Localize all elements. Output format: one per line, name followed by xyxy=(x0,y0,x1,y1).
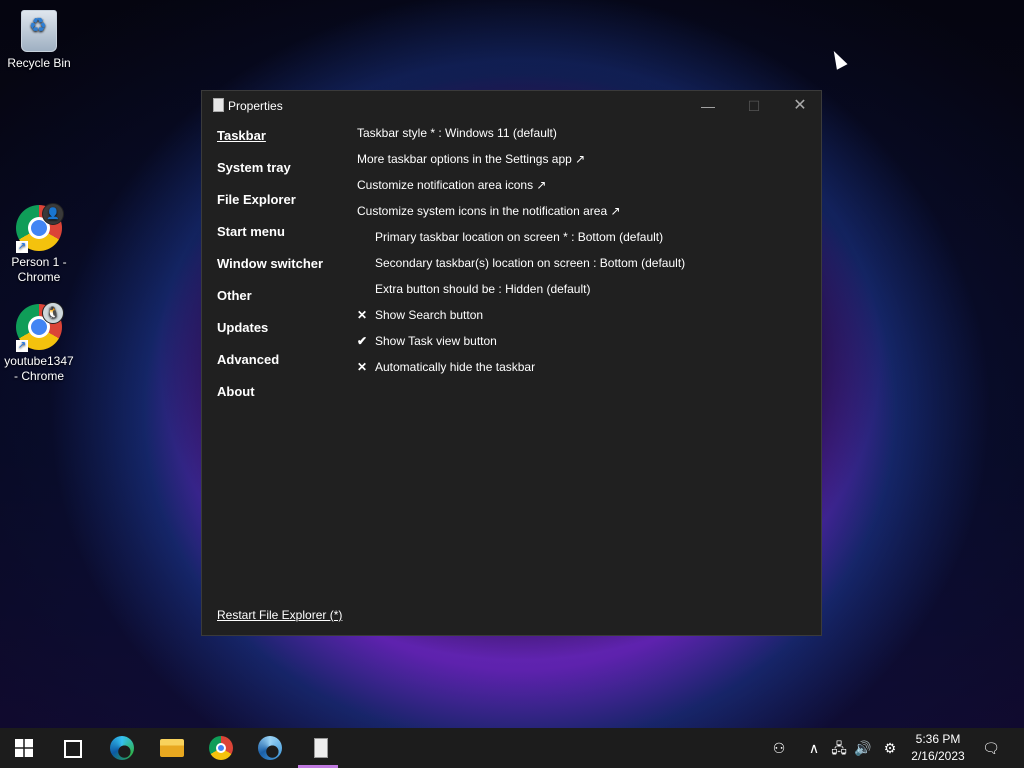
option-more-taskbar-settings-link[interactable]: More taskbar options in the Settings app… xyxy=(357,152,685,178)
nav-taskbar[interactable]: Taskbar xyxy=(217,128,323,160)
title-bar[interactable]: Properties — ☐ ✕ xyxy=(202,91,821,121)
start-button[interactable] xyxy=(0,728,48,768)
recycle-bin-label: Recycle Bin xyxy=(7,56,71,70)
nav-window-switcher[interactable]: Window switcher xyxy=(217,256,323,288)
task-view-button[interactable] xyxy=(48,728,96,768)
checkmark-icon: ✔ xyxy=(357,334,368,348)
properties-app-icon xyxy=(314,738,328,758)
window-title: Properties xyxy=(228,99,283,113)
nav-system-tray[interactable]: System tray xyxy=(217,160,323,192)
nav-about[interactable]: About xyxy=(217,384,323,416)
option-label: Automatically hide the taskbar xyxy=(375,360,536,374)
chevron-up-icon[interactable]: ∧ xyxy=(804,728,824,768)
people-icon[interactable]: ⚇ xyxy=(766,728,792,768)
shortcut-arrow-icon: ↗ xyxy=(16,340,28,352)
youtube1347-chrome-desktop-icon[interactable]: 🐧 ↗ youtube1347 - Chrome xyxy=(3,302,75,384)
options-list: Taskbar style * : Windows 11 (default) M… xyxy=(357,126,685,386)
clock-time: 5:36 PM xyxy=(915,732,961,746)
recycle-bin-icon xyxy=(21,10,57,52)
shortcut-arrow-icon: ↗ xyxy=(16,241,28,253)
properties-window: Properties — ☐ ✕ Taskbar System tray Fil… xyxy=(201,90,822,636)
recycle-bin-desktop-icon[interactable]: Recycle Bin xyxy=(3,10,75,71)
clock-date: 2/16/2023 xyxy=(911,749,965,763)
option-autohide-toggle[interactable]: ✕ Automatically hide the taskbar xyxy=(357,360,685,386)
sidebar-nav: Taskbar System tray File Explorer Start … xyxy=(217,128,323,416)
nav-other[interactable]: Other xyxy=(217,288,323,320)
gear-icon[interactable]: ⚙ xyxy=(878,728,902,768)
option-show-search-toggle[interactable]: ✕ Show Search button xyxy=(357,308,685,334)
option-taskbar-style[interactable]: Taskbar style * : Windows 11 (default) xyxy=(357,126,685,152)
option-label: Show Search button xyxy=(375,308,484,322)
nav-updates[interactable]: Updates xyxy=(217,320,323,352)
properties-app-icon xyxy=(213,98,224,112)
unchecked-x-icon: ✕ xyxy=(357,360,368,374)
folder-icon xyxy=(160,739,184,757)
task-view-icon xyxy=(64,740,82,758)
chrome-icon: 🐧 ↗ xyxy=(16,302,64,352)
maximize-button[interactable]: ☐ xyxy=(731,91,777,121)
option-secondary-location[interactable]: Secondary taskbar(s) location on screen … xyxy=(357,256,685,282)
nav-start-menu[interactable]: Start menu xyxy=(217,224,323,256)
nav-file-explorer[interactable]: File Explorer xyxy=(217,192,323,224)
youtube1347-chrome-label: youtube1347 - Chrome xyxy=(4,354,74,383)
chrome-icon xyxy=(209,736,233,760)
taskbar-edge-beta[interactable] xyxy=(246,728,294,768)
taskbar: ⚇ ∧ 🖧 🔊 ⚙ 5:36 PM 2/16/2023 🗨 xyxy=(0,728,1024,768)
option-label: Show Task view button xyxy=(375,334,497,348)
option-primary-location[interactable]: Primary taskbar location on screen * : B… xyxy=(357,230,685,256)
edge-icon xyxy=(110,736,134,760)
chrome-icon: 👤 ↗ xyxy=(16,203,64,253)
restart-explorer-link[interactable]: Restart File Explorer (*) xyxy=(217,608,342,622)
edge-beta-icon xyxy=(258,736,282,760)
person-badge-icon: 👤 xyxy=(42,203,64,225)
taskbar-file-explorer[interactable] xyxy=(148,728,196,768)
mouse-cursor-icon xyxy=(828,48,848,70)
taskbar-chrome[interactable] xyxy=(197,728,245,768)
person1-chrome-desktop-icon[interactable]: 👤 ↗ Person 1 - Chrome xyxy=(3,203,75,285)
option-system-icons-link[interactable]: Customize system icons in the notificati… xyxy=(357,204,685,230)
network-icon[interactable]: 🖧 xyxy=(828,728,850,768)
taskbar-edge[interactable] xyxy=(98,728,146,768)
clock[interactable]: 5:36 PM 2/16/2023 xyxy=(908,731,968,765)
profile-badge-icon: 🐧 xyxy=(42,302,64,324)
option-notification-icons-link[interactable]: Customize notification area icons ↗ xyxy=(357,178,685,204)
option-extra-button[interactable]: Extra button should be : Hidden (default… xyxy=(357,282,685,308)
option-show-task-view-toggle[interactable]: ✔ Show Task view button xyxy=(357,334,685,360)
notification-center-icon[interactable]: 🗨 xyxy=(978,728,1004,768)
close-button[interactable]: ✕ xyxy=(777,91,823,121)
minimize-button[interactable]: — xyxy=(685,91,731,121)
person1-chrome-label: Person 1 - Chrome xyxy=(11,255,67,284)
nav-advanced[interactable]: Advanced xyxy=(217,352,323,384)
windows-logo-icon xyxy=(15,739,33,757)
unchecked-x-icon: ✕ xyxy=(357,308,368,322)
volume-icon[interactable]: 🔊 xyxy=(852,728,874,768)
taskbar-properties[interactable] xyxy=(298,728,346,768)
